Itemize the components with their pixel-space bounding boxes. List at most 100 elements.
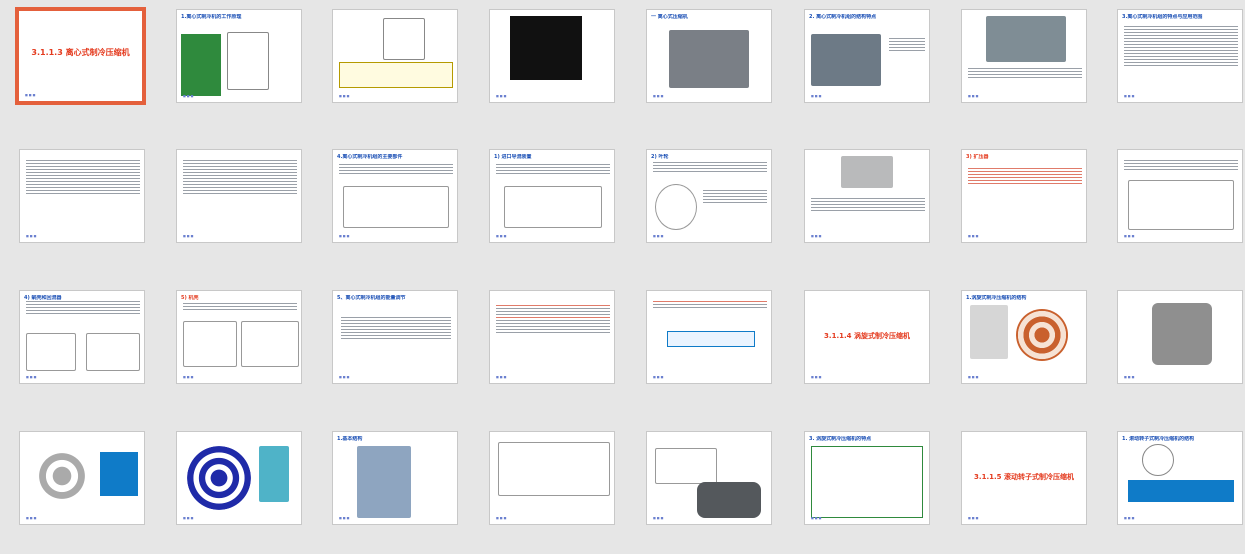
slide-thumbnail[interactable]: 1.涡旋式制冷压缩机的结构 ■ ■ ■ — [961, 290, 1087, 384]
slide-title: 5、离心式制冷机组的能量调节 — [337, 295, 406, 301]
slide-sorter: 3.1.1.3 离心式制冷压缩机 ■ ■ ■ 1.离心式制冷机的工作原理 ■ ■… — [0, 0, 1245, 554]
slide-footer: ■ ■ ■ — [653, 516, 664, 520]
slide-title: 3. 涡旋式制冷压缩机的特点 — [809, 436, 872, 442]
slide-title: 一 离心式压缩机 — [651, 14, 688, 20]
slide-footer: ■ ■ ■ — [968, 94, 979, 98]
slide-title: 1.离心式制冷机的工作原理 — [181, 14, 242, 20]
slide-thumbnail[interactable]: ■ ■ ■ — [646, 431, 772, 525]
text-panel — [181, 34, 221, 96]
slide-thumbnail[interactable]: 2. 离心式制冷机组的结构特点 ■ ■ ■ — [804, 9, 930, 103]
slide-thumbnail[interactable]: 5、离心式制冷机组的能量调节 ■ ■ ■ — [332, 290, 458, 384]
diagram-image — [655, 448, 717, 484]
diagram-image — [504, 186, 602, 228]
slide-footer: ■ ■ ■ — [811, 94, 822, 98]
diagram-image — [383, 18, 425, 60]
slide-footer: ■ ■ ■ — [26, 375, 37, 379]
body-text — [183, 160, 297, 196]
diagram-image — [86, 333, 140, 371]
slide-thumbnail[interactable]: 3.1.1.4 涡旋式制冷压缩机 ■ ■ ■ — [804, 290, 930, 384]
diagram-image — [970, 305, 1008, 359]
slide-title: 3.离心式制冷机组的特点与应用范围 — [1122, 14, 1203, 20]
slide-footer: ■ ■ ■ — [25, 93, 36, 97]
slide-thumbnail[interactable]: ■ ■ ■ — [332, 9, 458, 103]
slide-thumbnail[interactable]: ■ ■ ■ — [176, 431, 302, 525]
slide-footer: ■ ■ ■ — [1124, 516, 1135, 520]
slide-thumbnail[interactable]: 1.基本结构 ■ ■ ■ — [332, 431, 458, 525]
slide-title: 3.1.1.4 涡旋式制冷压缩机 — [824, 332, 910, 340]
diagram-image — [655, 184, 697, 230]
slide-footer: ■ ■ ■ — [26, 234, 37, 238]
slide-thumbnail[interactable]: 3.1.1.5 滚动转子式制冷压缩机 ■ ■ ■ — [961, 431, 1087, 525]
diagram-image — [26, 333, 76, 371]
slide-thumbnail[interactable]: 5) 机壳 ■ ■ ■ — [176, 290, 302, 384]
slide-footer: ■ ■ ■ — [339, 516, 350, 520]
slide-footer: ■ ■ ■ — [968, 234, 979, 238]
body-text — [341, 317, 451, 341]
slide-thumbnail[interactable]: 一 离心式压缩机 ■ ■ ■ — [646, 9, 772, 103]
slide-footer: ■ ■ ■ — [968, 516, 979, 520]
body-text — [1124, 160, 1238, 172]
slide-footer: ■ ■ ■ — [183, 234, 194, 238]
body-text — [183, 303, 297, 312]
photo-image — [986, 16, 1066, 62]
slide-footer: ■ ■ ■ — [496, 375, 507, 379]
slide-title: 1. 滚动转子式制冷压缩机的结构 — [1122, 436, 1195, 442]
slide-footer: ■ ■ ■ — [496, 94, 507, 98]
diagram-image — [183, 321, 237, 367]
slide-thumbnail[interactable]: 3. 涡旋式制冷压缩机的特点 ■ ■ ■ — [804, 431, 930, 525]
slide-thumbnail[interactable]: ■ ■ ■ — [489, 290, 615, 384]
body-text — [26, 160, 140, 196]
slide-title: 3) 扩压器 — [966, 154, 989, 160]
slide-thumbnail[interactable]: 1. 滚动转子式制冷压缩机的结构 ■ ■ ■ — [1117, 431, 1243, 525]
slide-thumbnail[interactable]: 4.离心式制冷机组的主要部件 ■ ■ ■ — [332, 149, 458, 243]
diagram-image — [227, 32, 269, 90]
body-text — [339, 164, 453, 176]
slide-footer: ■ ■ ■ — [1124, 234, 1135, 238]
slide-thumbnail[interactable]: ■ ■ ■ — [19, 149, 145, 243]
slide-thumbnail[interactable]: ■ ■ ■ — [1117, 290, 1243, 384]
slide-thumbnail[interactable]: ■ ■ ■ — [489, 431, 615, 525]
slide-footer: ■ ■ ■ — [339, 375, 350, 379]
slide-thumbnail[interactable]: ■ ■ ■ — [646, 290, 772, 384]
slide-footer: ■ ■ ■ — [653, 234, 664, 238]
slide-footer: ■ ■ ■ — [968, 375, 979, 379]
slide-thumbnail[interactable]: ■ ■ ■ — [804, 149, 930, 243]
text-panel — [1128, 480, 1234, 502]
slide-title: 1) 进口导流装置 — [494, 154, 532, 160]
diagram-image — [1016, 309, 1068, 361]
slide-thumbnail[interactable]: 3) 扩压器 ■ ■ ■ — [961, 149, 1087, 243]
slide-footer: ■ ■ ■ — [496, 516, 507, 520]
slide-title: 1.涡旋式制冷压缩机的结构 — [966, 295, 1027, 301]
photo-image — [841, 156, 893, 188]
slide-thumbnail[interactable]: 2) 叶轮 ■ ■ ■ — [646, 149, 772, 243]
slide-footer: ■ ■ ■ — [339, 94, 350, 98]
slide-footer: ■ ■ ■ — [653, 375, 664, 379]
slide-thumbnail[interactable]: ■ ■ ■ — [489, 9, 615, 103]
slide-thumbnail[interactable]: 1) 进口导流装置 ■ ■ ■ — [489, 149, 615, 243]
slide-thumbnail[interactable]: 1.离心式制冷机的工作原理 ■ ■ ■ — [176, 9, 302, 103]
slide-footer: ■ ■ ■ — [183, 375, 194, 379]
slide-thumbnail[interactable]: ■ ■ ■ — [961, 9, 1087, 103]
photo-image — [669, 30, 749, 88]
body-text — [1124, 26, 1238, 68]
slide-thumbnail[interactable]: ■ ■ ■ — [19, 431, 145, 525]
slide-footer: ■ ■ ■ — [1124, 94, 1135, 98]
body-text — [889, 38, 925, 53]
body-text — [968, 168, 1082, 186]
body-text — [811, 198, 925, 213]
slide-footer: ■ ■ ■ — [496, 234, 507, 238]
slide-thumbnail[interactable]: ■ ■ ■ — [176, 149, 302, 243]
diagram-image — [187, 446, 251, 510]
photo-image — [510, 16, 582, 80]
slide-footer: ■ ■ ■ — [339, 234, 350, 238]
body-text — [703, 190, 767, 205]
slide-footer: ■ ■ ■ — [1124, 375, 1135, 379]
slide-thumbnail[interactable]: ■ ■ ■ — [1117, 149, 1243, 243]
body-text — [26, 301, 140, 316]
slide-thumbnail[interactable]: 3.离心式制冷机组的特点与应用范围 ■ ■ ■ — [1117, 9, 1243, 103]
slide-footer: ■ ■ ■ — [183, 516, 194, 520]
slide-thumbnail[interactable]: 4) 蜗壳和回流器 ■ ■ ■ — [19, 290, 145, 384]
body-text — [496, 305, 610, 335]
slide-footer: ■ ■ ■ — [811, 234, 822, 238]
slide-thumbnail[interactable]: 3.1.1.3 离心式制冷压缩机 ■ ■ ■ — [15, 7, 146, 105]
